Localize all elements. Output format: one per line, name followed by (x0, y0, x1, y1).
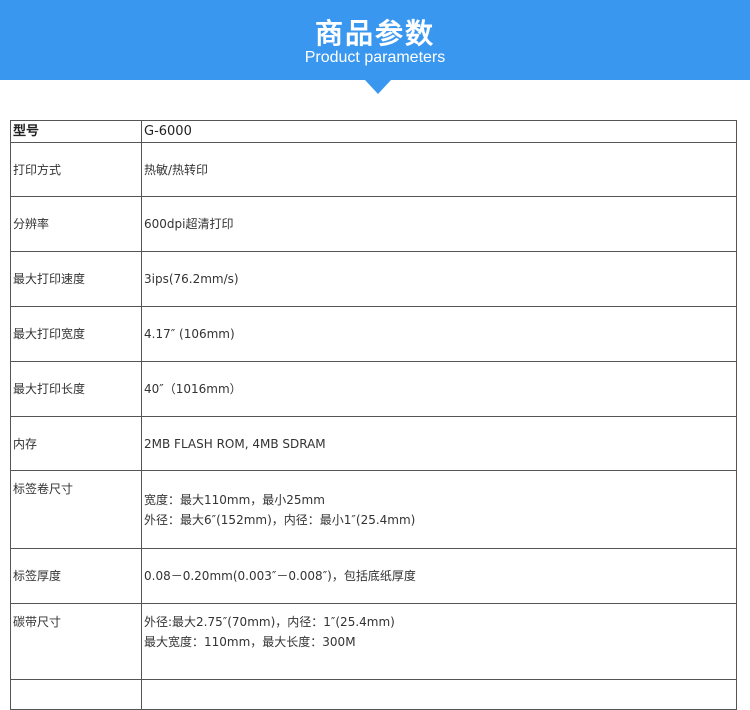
table-row: 碳带尺寸 外径:最大2.75″(70mm)，内径：1″(25.4mm) 最大宽度… (10, 603, 737, 680)
banner-pointer (365, 80, 391, 94)
table-row: 分辨率 600dpi超清打印 (10, 196, 737, 252)
spec-label: 标签卷尺寸 (10, 470, 142, 549)
table-row: 最大打印宽度 4.17″ (106mm) (10, 306, 737, 362)
spec-value: 宽度：最大110mm，最小25mm 外径：最大6″(152mm)，内径：最小1″… (141, 470, 737, 549)
header-banner: 商品参数 Product parameters (0, 0, 750, 80)
page-title: 商品参数 (314, 17, 435, 50)
spec-label: 标签厚度 (10, 548, 142, 604)
table-row: 标签卷尺寸 宽度：最大110mm，最小25mm 外径：最大6″(152mm)，内… (10, 470, 737, 549)
table-row: 打印方式 热敏/热转印 (10, 142, 737, 197)
spec-value: 4.17″ (106mm) (141, 306, 737, 362)
spec-label (10, 679, 142, 710)
spec-value: 3ips(76.2mm/s) (141, 251, 737, 307)
spec-value (141, 679, 737, 710)
spec-value: 0.08－0.20mm(0.003″－0.008″)，包括底纸厚度 (141, 548, 737, 604)
spec-label: 分辨率 (10, 196, 142, 252)
spec-value: G-6000 (141, 120, 737, 143)
spec-label: 碳带尺寸 (10, 603, 142, 680)
table-row (10, 679, 737, 710)
table-row: 内存 2MB FLASH ROM, 4MB SDRAM (10, 416, 737, 471)
page-subtitle: Product parameters (304, 49, 446, 66)
table-row: 型号 G-6000 (10, 120, 737, 143)
spec-label: 型号 (10, 120, 142, 143)
spec-table: 型号 G-6000 打印方式 热敏/热转印 分辨率 600dpi超清打印 最大打… (10, 120, 737, 710)
spec-value: 外径:最大2.75″(70mm)，内径：1″(25.4mm) 最大宽度：110m… (141, 603, 737, 680)
spec-label: 最大打印宽度 (10, 306, 142, 362)
table-row: 最大打印速度 3ips(76.2mm/s) (10, 251, 737, 307)
spec-value: 40″（1016mm） (141, 361, 737, 417)
spec-label: 内存 (10, 416, 142, 471)
table-row: 最大打印长度 40″（1016mm） (10, 361, 737, 417)
spec-label: 最大打印速度 (10, 251, 142, 307)
spec-value: 600dpi超清打印 (141, 196, 737, 252)
spec-value: 热敏/热转印 (141, 142, 737, 197)
spec-value: 2MB FLASH ROM, 4MB SDRAM (141, 416, 737, 471)
spec-label: 最大打印长度 (10, 361, 142, 417)
table-row: 标签厚度 0.08－0.20mm(0.003″－0.008″)，包括底纸厚度 (10, 548, 737, 604)
spec-label: 打印方式 (10, 142, 142, 197)
